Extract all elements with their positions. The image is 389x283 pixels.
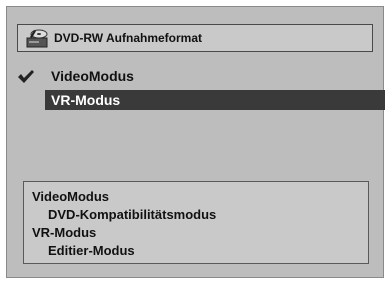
page-title: DVD-RW Aufnahmeformat	[54, 31, 203, 45]
menu-item-label: VR-Modus	[51, 92, 121, 108]
description-line: Editier-Modus	[48, 243, 135, 258]
description-line: DVD-Kompatibilitätsmodus	[48, 207, 217, 222]
description-line: VR-Modus	[32, 225, 97, 240]
description-panel: VideoModus DVD-Kompatibilitätsmodus VR-M…	[23, 181, 369, 264]
menu-item-videomodus[interactable]: VideoModus	[7, 66, 385, 86]
menu-item-label: VideoModus	[51, 68, 134, 84]
title-bar: DVD-RW Aufnahmeformat	[17, 24, 373, 52]
description-line: VideoModus	[32, 189, 110, 204]
menu-item-vr-modus[interactable]: VR-Modus	[45, 90, 385, 110]
checkmark-icon	[17, 69, 35, 84]
dvd-osd-screen: DVD-RW Aufnahmeformat VideoModus VR-Modu…	[6, 6, 385, 278]
disc-recorder-icon	[26, 28, 48, 48]
